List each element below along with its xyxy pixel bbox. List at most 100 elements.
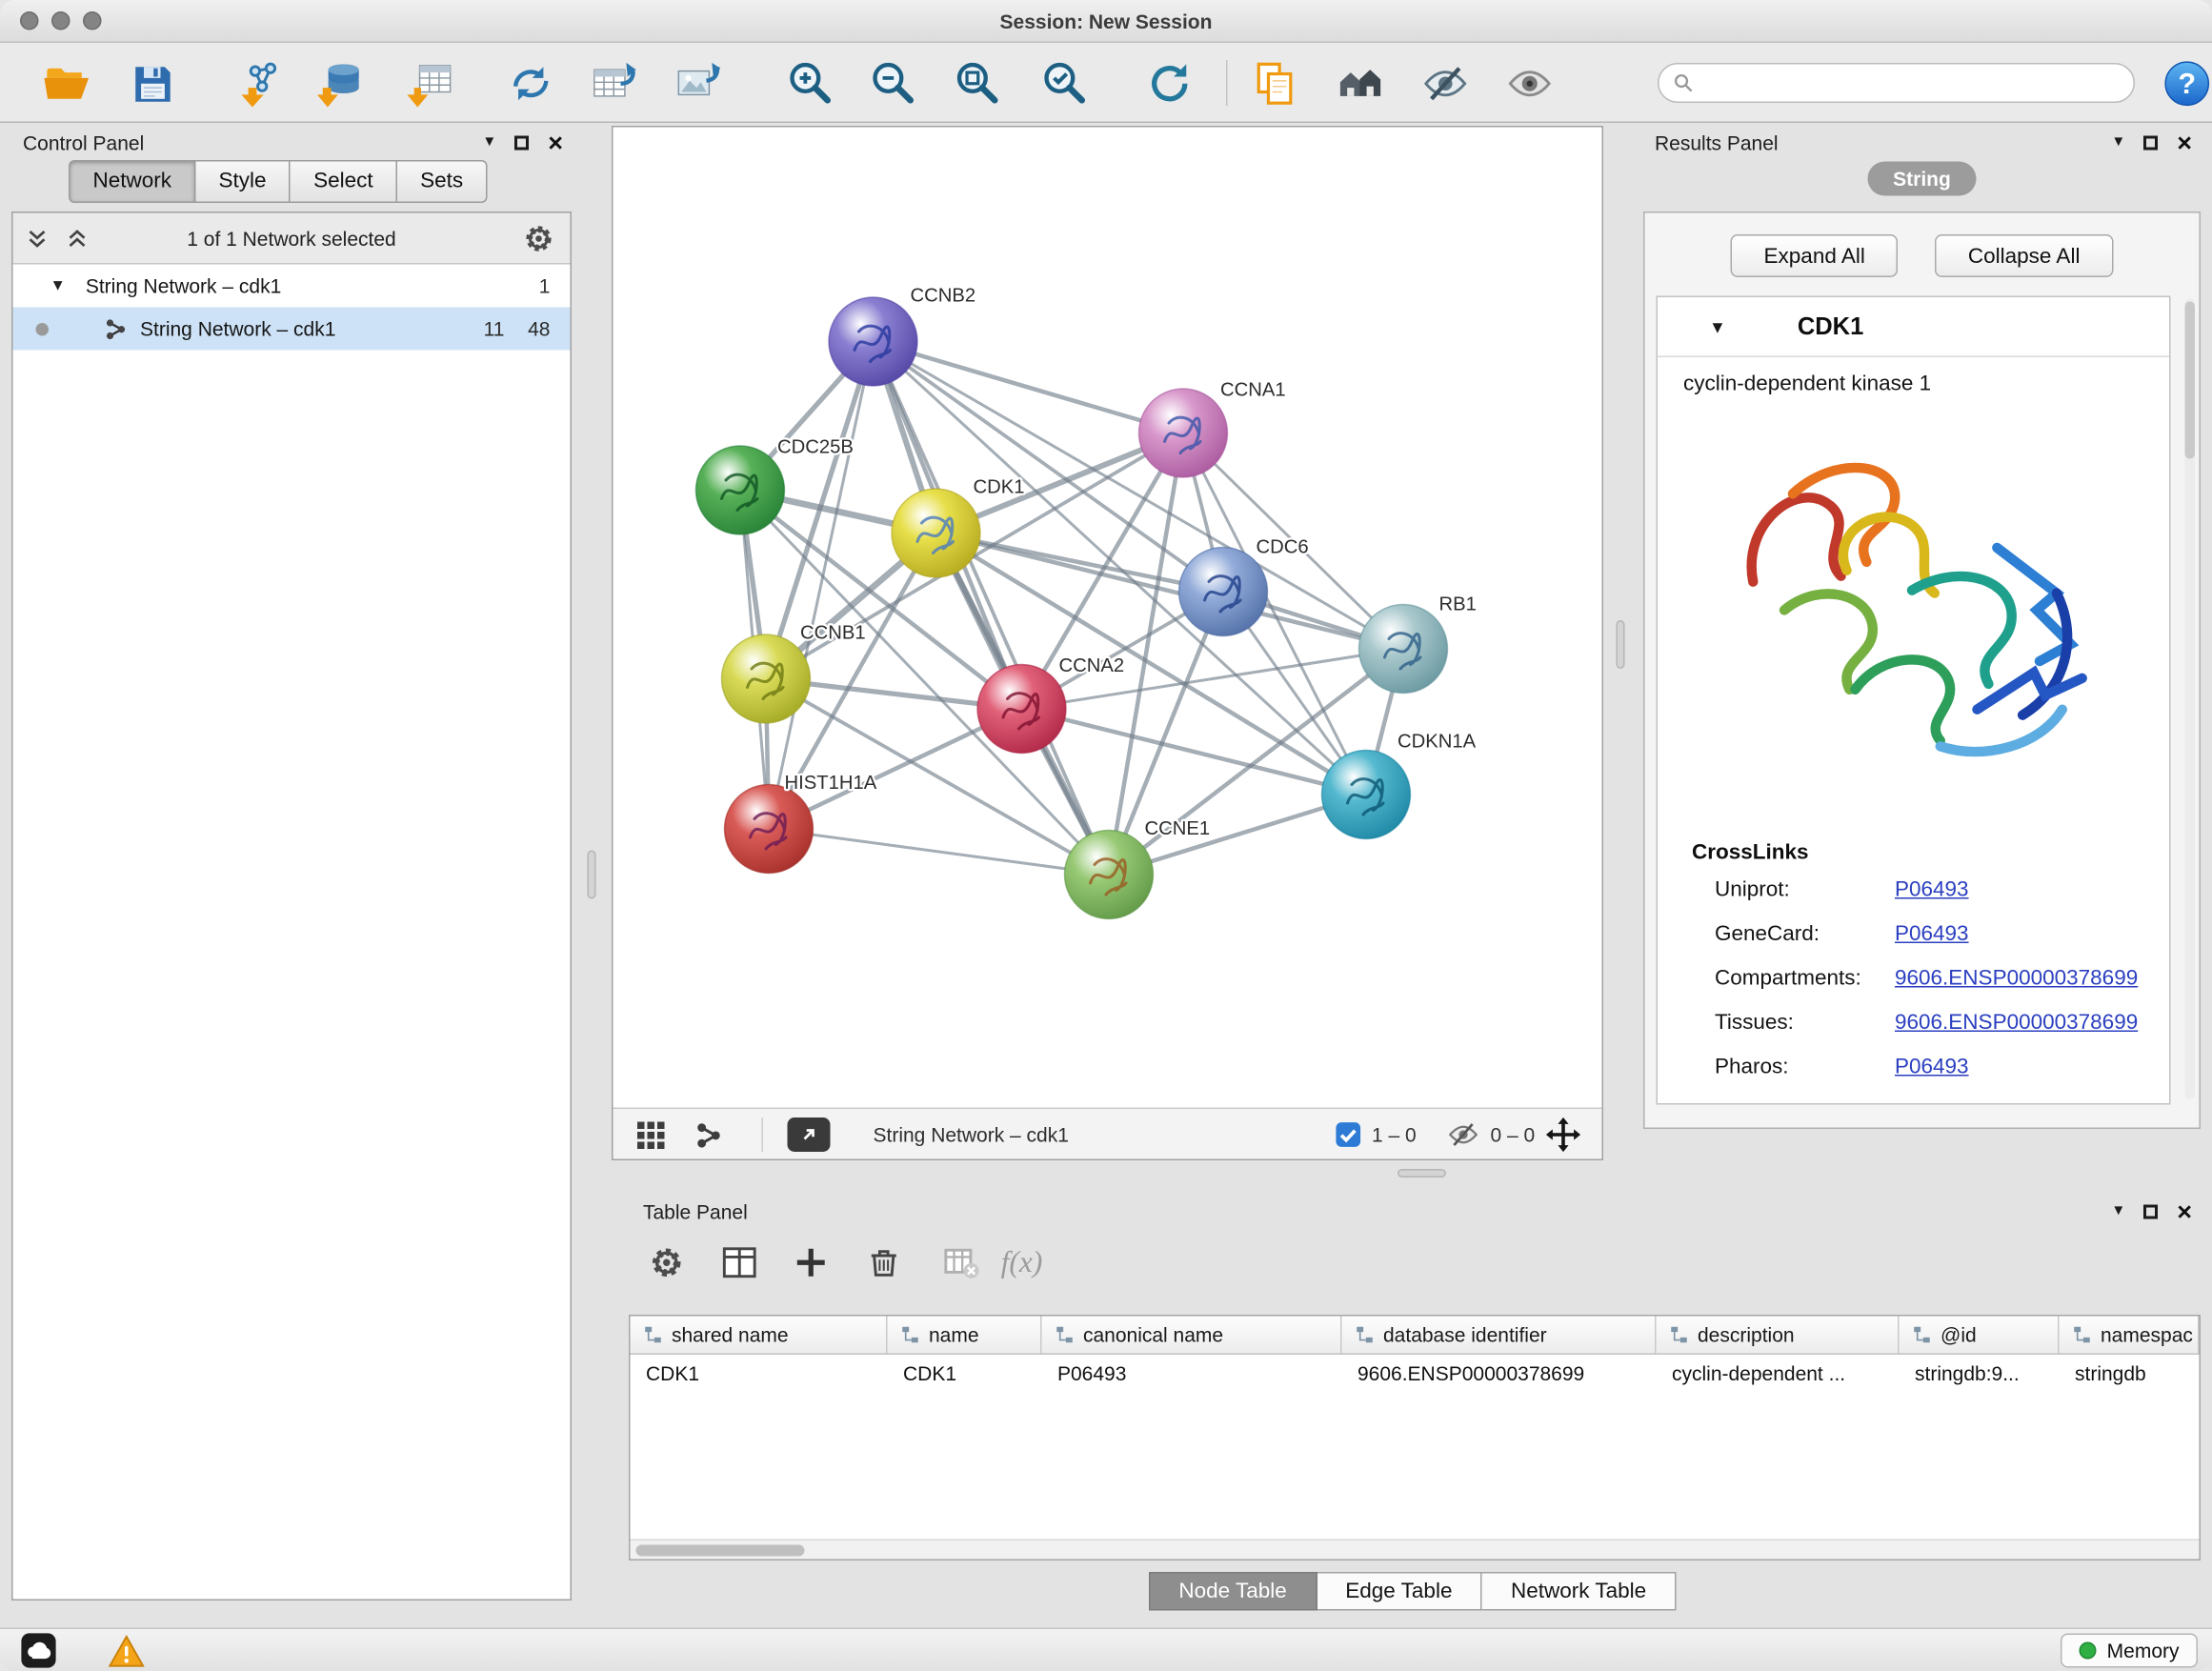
column-header-description[interactable]: description <box>1657 1317 1900 1354</box>
panel-float-icon[interactable] <box>2144 136 2159 151</box>
tab-edge-table[interactable]: Edge Table <box>1317 1572 1482 1611</box>
crosslink-link[interactable]: P06493 <box>1895 922 1969 947</box>
zoom-selected-icon[interactable] <box>1035 54 1092 111</box>
window-zoom-button[interactable] <box>83 11 102 30</box>
table-cell[interactable]: CDK1 <box>888 1355 1042 1394</box>
share-network-icon[interactable] <box>694 1118 725 1150</box>
save-session-icon[interactable] <box>123 54 180 111</box>
tab-style[interactable]: Style <box>196 160 292 203</box>
tab-select[interactable]: Select <box>291 160 397 203</box>
network-node-ccna1[interactable]: CCNA1 <box>1139 380 1286 477</box>
network-edge[interactable] <box>769 829 1109 875</box>
search-input[interactable] <box>1702 72 2120 94</box>
table-cell[interactable]: cyclin-dependent ... <box>1657 1355 1900 1394</box>
selected-checkbox-icon[interactable] <box>1335 1120 1362 1148</box>
string-app-badge[interactable]: String <box>1867 162 1977 196</box>
window-minimize-button[interactable] <box>51 11 70 30</box>
network-node-hist1h1a[interactable]: HIST1H1A <box>725 773 877 874</box>
panel-float-icon[interactable] <box>515 136 530 151</box>
disclosure-triangle-icon[interactable]: ▼ <box>50 277 66 294</box>
gear-icon[interactable] <box>522 221 556 255</box>
export-table-icon[interactable] <box>585 54 642 111</box>
column-header-namespac[interactable]: namespac <box>2060 1317 2200 1354</box>
tab-network-table[interactable]: Network Table <box>1482 1572 1677 1611</box>
zoom-fit-icon[interactable] <box>948 54 1005 111</box>
clone-network-icon[interactable] <box>502 54 559 111</box>
help-icon[interactable]: ? <box>2158 54 2212 111</box>
window-close-button[interactable] <box>20 11 39 30</box>
tab-sets[interactable]: Sets <box>397 160 488 203</box>
network-edge[interactable] <box>874 342 1184 433</box>
duplicate-page-icon[interactable] <box>1246 54 1303 111</box>
horizontal-scrollbar[interactable] <box>631 1540 2200 1560</box>
table-cell[interactable]: P06493 <box>1042 1355 1342 1394</box>
panel-close-icon[interactable]: × <box>2177 1199 2192 1225</box>
show-details-icon[interactable] <box>1500 54 1558 111</box>
add-column-icon[interactable] <box>782 1234 839 1291</box>
table-row[interactable]: CDK1CDK1P064939606.ENSP00000378699cyclin… <box>631 1355 2200 1394</box>
network-edge[interactable] <box>936 534 1404 650</box>
expand-all-button[interactable]: Expand All <box>1731 234 1898 277</box>
birdseye-view-icon[interactable] <box>633 1117 668 1151</box>
collapse-tree-icon[interactable] <box>62 222 93 253</box>
network-graph[interactable]: CCNB2CCNA1CDC25BCDK1CDC6RB1CCNB1CCNA2CDK… <box>613 128 1602 1108</box>
network-collection-row[interactable]: ▼ String Network – cdk1 1 <box>13 265 571 308</box>
export-view-icon[interactable] <box>788 1117 831 1151</box>
panel-menu-icon[interactable]: ▼ <box>2111 1205 2125 1219</box>
network-row[interactable]: String Network – cdk1 11 48 <box>13 308 571 351</box>
memory-button[interactable]: Memory <box>2061 1634 2198 1668</box>
cloud-status-icon[interactable] <box>20 1633 57 1670</box>
network-node-rb1[interactable]: RB1 <box>1359 594 1477 694</box>
column-header-shared-name[interactable]: shared name <box>631 1317 888 1354</box>
delete-column-icon[interactable] <box>855 1234 912 1291</box>
network-node-ccna2[interactable]: CCNA2 <box>977 655 1124 754</box>
export-image-icon[interactable] <box>669 54 726 111</box>
table-cell[interactable]: stringdb:9... <box>1900 1355 2060 1394</box>
network-node-cdkn1a[interactable]: CDKN1A <box>1322 732 1477 839</box>
zoom-out-icon[interactable] <box>863 54 920 111</box>
import-network-icon[interactable] <box>231 54 289 111</box>
panel-float-icon[interactable] <box>2144 1205 2159 1219</box>
panel-menu-icon[interactable]: ▼ <box>2111 136 2125 151</box>
crosslink-link[interactable]: P06493 <box>1895 877 1969 902</box>
table-cell[interactable]: 9606.ENSP00000378699 <box>1342 1355 1657 1394</box>
network-node-cdk1[interactable]: CDK1 <box>892 477 1025 577</box>
collapse-section-icon[interactable]: ▼ <box>1709 316 1726 336</box>
table-cell[interactable]: stringdb <box>2060 1355 2200 1394</box>
gene-card-header[interactable]: ▼ CDK1 <box>1658 297 2169 357</box>
left-splitter-handle[interactable] <box>588 851 596 899</box>
refresh-view-icon[interactable] <box>1140 54 1197 111</box>
hide-details-icon[interactable] <box>1417 54 1474 111</box>
network-edge[interactable] <box>874 342 1110 876</box>
panel-menu-icon[interactable]: ▼ <box>482 136 496 151</box>
network-edge[interactable] <box>769 342 874 830</box>
column-header-canonical-name[interactable]: canonical name <box>1042 1317 1342 1354</box>
panel-close-icon[interactable]: × <box>2177 131 2192 156</box>
crosslink-link[interactable]: 9606.ENSP00000378699 <box>1895 966 2138 991</box>
show-columns-icon[interactable] <box>711 1234 768 1291</box>
scrollbar-thumb[interactable] <box>636 1545 805 1557</box>
column-header--id[interactable]: @id <box>1900 1317 2060 1354</box>
right-splitter-handle[interactable] <box>1617 620 1625 669</box>
network-node-ccnb2[interactable]: CCNB2 <box>829 286 975 387</box>
collapse-all-button[interactable]: Collapse All <box>1935 234 2113 277</box>
zoom-in-icon[interactable] <box>780 54 837 111</box>
column-header-database-identifier[interactable]: database identifier <box>1342 1317 1657 1354</box>
crosslink-link[interactable]: 9606.ENSP00000378699 <box>1895 1011 2138 1036</box>
home-icon[interactable] <box>1332 54 1389 111</box>
table-settings-gear-icon[interactable] <box>637 1234 694 1291</box>
import-database-icon[interactable] <box>312 54 369 111</box>
tab-network[interactable]: Network <box>69 160 196 203</box>
horizontal-splitter-handle[interactable] <box>1398 1169 1446 1178</box>
open-session-icon[interactable] <box>37 54 94 111</box>
network-node-ccnb1[interactable]: CCNB1 <box>722 623 866 724</box>
results-scrollbar[interactable] <box>2185 299 2196 1099</box>
crosslink-link[interactable]: P06493 <box>1895 1055 1969 1079</box>
column-header-name[interactable]: name <box>888 1317 1042 1354</box>
table-cell[interactable]: CDK1 <box>631 1355 888 1394</box>
pan-tool-icon[interactable] <box>1545 1116 1582 1153</box>
expand-tree-icon[interactable] <box>22 222 53 253</box>
import-table-icon[interactable] <box>400 54 457 111</box>
panel-close-icon[interactable]: × <box>548 131 563 156</box>
tab-node-table[interactable]: Node Table <box>1149 1572 1317 1611</box>
